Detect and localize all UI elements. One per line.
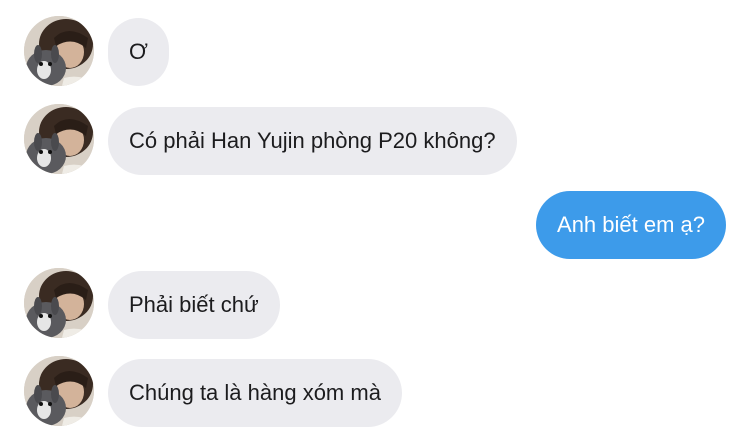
message-text: Có phải Han Yujin phòng P20 không? xyxy=(129,128,496,153)
message-bubble-sent[interactable]: Anh biết em ạ? xyxy=(536,191,726,259)
message-text: Chúng ta là hàng xóm mà xyxy=(129,380,381,405)
message-text: Anh biết em ạ? xyxy=(557,212,705,237)
avatar[interactable] xyxy=(24,104,94,174)
message-bubble[interactable]: Ơ xyxy=(108,18,169,86)
avatar[interactable] xyxy=(24,16,94,86)
message-row: Ơ xyxy=(0,16,750,88)
avatar-photo-icon xyxy=(24,16,94,86)
message-bubble[interactable]: Chúng ta là hàng xóm mà xyxy=(108,359,402,427)
message-text: Phải biết chứ xyxy=(129,292,259,317)
chat-thread: Ơ Có phải Han Yujin phòng P20 không? Anh… xyxy=(0,0,750,439)
avatar[interactable] xyxy=(24,356,94,426)
message-bubble[interactable]: Có phải Han Yujin phòng P20 không? xyxy=(108,107,517,175)
message-row: Chúng ta là hàng xóm mà xyxy=(0,356,750,428)
message-row: Phải biết chứ xyxy=(0,268,750,340)
avatar-photo-icon xyxy=(24,356,94,426)
message-row: Có phải Han Yujin phòng P20 không? xyxy=(0,104,750,176)
message-text: Ơ xyxy=(129,39,148,64)
avatar-photo-icon xyxy=(24,104,94,174)
message-bubble[interactable]: Phải biết chứ xyxy=(108,271,280,339)
avatar[interactable] xyxy=(24,268,94,338)
avatar-photo-icon xyxy=(24,268,94,338)
message-row: Anh biết em ạ? xyxy=(0,190,750,260)
